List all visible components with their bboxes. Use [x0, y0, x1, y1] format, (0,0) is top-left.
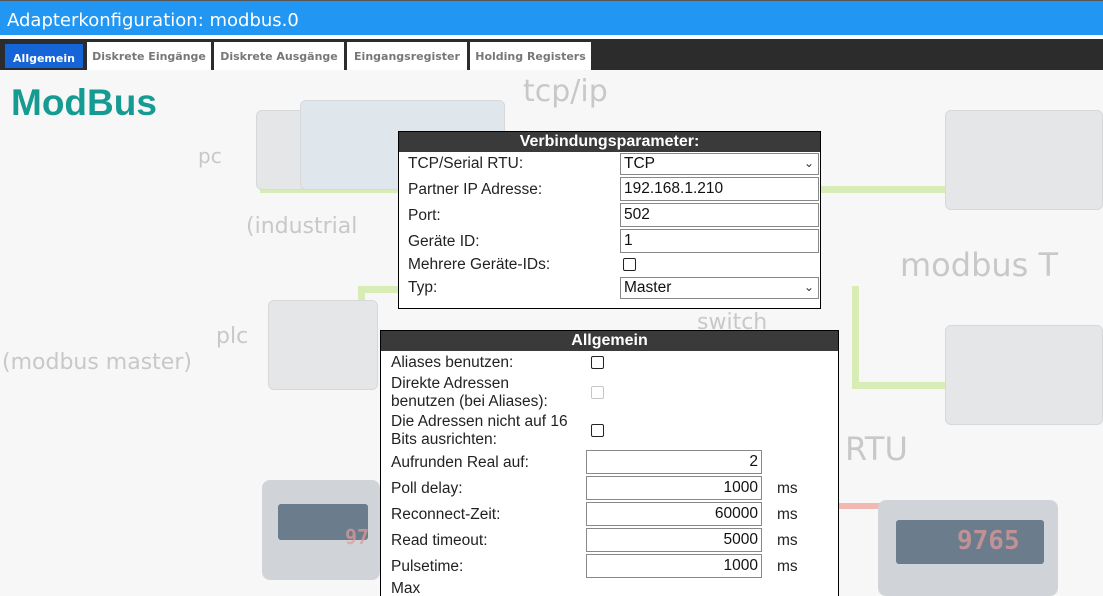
tcp-serial-select[interactable]: TCP ⌄	[620, 153, 819, 175]
read-timeout-unit: ms	[777, 532, 798, 549]
connection-panel: Verbindungsparameter: TCP/Serial RTU: TC…	[398, 131, 821, 309]
partner-ip-input[interactable]: 192.168.1.210	[620, 177, 819, 201]
tab-holding-registers[interactable]: Holding Registers	[470, 42, 591, 70]
aliases-checkbox[interactable]	[591, 356, 604, 369]
poll-delay-label: Poll delay:	[391, 480, 463, 497]
aliases-label: Aliases benutzen:	[391, 354, 514, 371]
modbus-device-top-image	[945, 110, 1103, 210]
partner-ip-label: Partner IP Adresse:	[408, 181, 543, 198]
direct-address-label: Direkte Adressen benutzen (bei Aliases):	[391, 375, 548, 411]
window-title: Adapterkonfiguration: modbus.0	[7, 10, 299, 31]
bg-label-rtu: RTU	[845, 430, 908, 468]
chevron-down-icon: ⌄	[803, 156, 814, 170]
bg-label-modbus: modbus T	[900, 246, 1059, 284]
direct-address-label-line1: Direkte Adressen	[391, 375, 510, 392]
align-bits-label: Die Adressen nicht auf 16 Bits ausrichte…	[391, 413, 568, 449]
reconnect-label: Reconnect-Zeit:	[391, 506, 501, 523]
general-panel: Allgemein Aliases benutzen: Direkte Adre…	[380, 330, 839, 596]
align-bits-label-line2: Bits ausrichten:	[391, 431, 497, 448]
direct-address-label-line2: benutzen (bei Aliases):	[391, 393, 548, 410]
round-real-label: Aufrunden Real auf:	[391, 454, 529, 471]
page-heading: ModBus	[11, 82, 157, 123]
reconnect-input[interactable]: 60000	[586, 502, 762, 526]
poll-delay-input[interactable]: 1000	[586, 476, 762, 500]
poll-delay-unit: ms	[777, 480, 798, 497]
tcp-serial-label: TCP/Serial RTU:	[408, 155, 524, 172]
device-id-label: Geräte ID:	[408, 233, 480, 250]
read-timeout-input[interactable]: 5000	[586, 528, 762, 552]
round-real-input[interactable]: 2	[586, 450, 762, 474]
read-timeout-label: Read timeout:	[391, 532, 488, 549]
align-bits-checkbox[interactable]	[591, 424, 604, 437]
type-select[interactable]: Master ⌄	[620, 277, 819, 299]
max-label: Max	[391, 580, 421, 596]
chevron-down-icon: ⌄	[803, 280, 814, 294]
bg-label-tcpip: tcp/ip	[523, 74, 608, 109]
meter-left-digits: 97	[345, 525, 370, 549]
port-label: Port:	[408, 207, 441, 224]
pulsetime-label: Pulsetime:	[391, 558, 464, 575]
general-panel-header: Allgemein	[381, 331, 838, 351]
bg-label-pc: pc	[198, 144, 222, 168]
config-content: 97 9765 tcp/ip pc (industrial modbus T p…	[0, 70, 1103, 596]
port-input[interactable]: 502	[620, 203, 819, 227]
wire-switch-vert	[852, 286, 859, 386]
multi-ids-label: Mehrere Geräte-IDs:	[408, 256, 551, 273]
tcp-serial-value: TCP	[624, 155, 655, 172]
tab-eingangsregister[interactable]: Eingangsregister	[347, 42, 467, 70]
meter-right-digits: 9765	[957, 526, 1020, 556]
multi-ids-checkbox[interactable]	[623, 258, 636, 271]
tab-allgemein[interactable]: Allgemein	[3, 42, 85, 70]
tab-bar: Allgemein Diskrete Eingänge Diskrete Aus…	[0, 39, 1103, 70]
modbus-device-mid-image	[945, 325, 1103, 425]
bg-label-plc-sub: (modbus master)	[2, 350, 192, 375]
pulsetime-unit: ms	[777, 558, 798, 575]
window-titlebar: Adapterkonfiguration: modbus.0	[0, 0, 1103, 38]
direct-address-checkbox[interactable]	[591, 386, 604, 399]
plc-image	[268, 300, 378, 390]
pulsetime-input[interactable]: 1000	[586, 554, 762, 578]
type-label: Typ:	[408, 279, 438, 296]
tab-diskrete-eingaenge[interactable]: Diskrete Eingänge	[87, 42, 211, 70]
bg-label-plc: plc	[216, 324, 249, 349]
bg-label-industrial: (industrial	[246, 214, 358, 239]
align-bits-label-line1: Die Adressen nicht auf 16	[391, 413, 568, 430]
device-id-input[interactable]: 1	[620, 229, 819, 253]
connection-panel-header: Verbindungsparameter:	[399, 132, 820, 152]
reconnect-unit: ms	[777, 506, 798, 523]
tab-diskrete-ausgaenge[interactable]: Diskrete Ausgänge	[214, 42, 344, 70]
type-value: Master	[624, 279, 672, 296]
